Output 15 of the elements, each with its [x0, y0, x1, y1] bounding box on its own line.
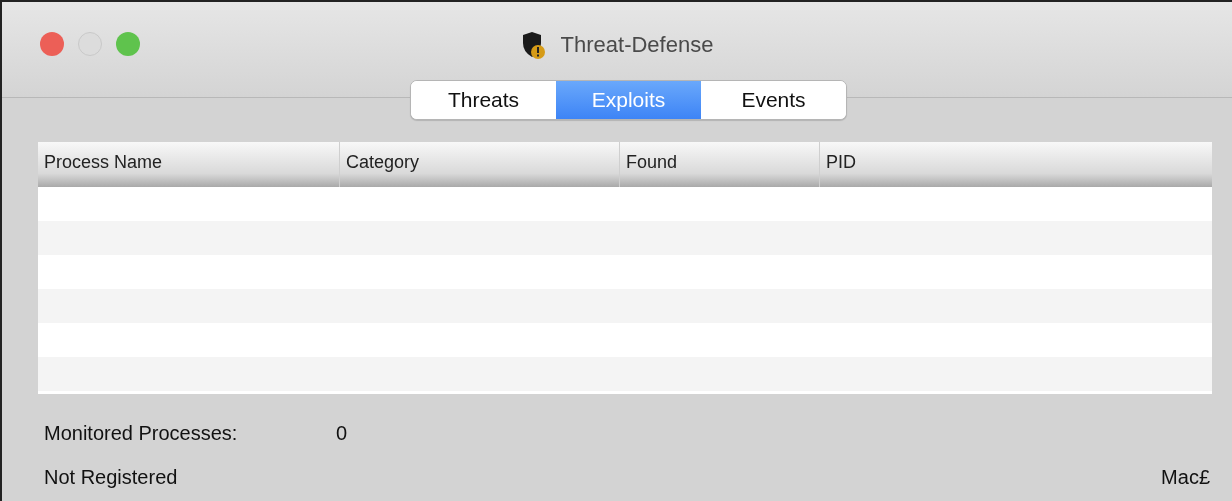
column-header[interactable]: Found	[626, 152, 678, 172]
status-value: 0	[336, 421, 348, 446]
column-header[interactable]: Process Name	[44, 152, 163, 172]
close-button[interactable]	[40, 32, 64, 56]
zoom-button[interactable]	[116, 32, 140, 56]
window-title: Threat-Defense	[560, 31, 714, 59]
status-label: Monitored Processes:	[44, 421, 239, 446]
column-header[interactable]: Category	[346, 152, 420, 172]
status-text: Mac£	[1161, 465, 1210, 490]
tab[interactable]: Events	[701, 81, 846, 119]
tab[interactable]: Threats	[411, 81, 556, 119]
minimize-button[interactable]	[78, 32, 102, 56]
registration-status: Not Registered	[44, 465, 178, 490]
column-header[interactable]: PID	[826, 152, 856, 172]
shield-warning-icon	[520, 29, 547, 60]
